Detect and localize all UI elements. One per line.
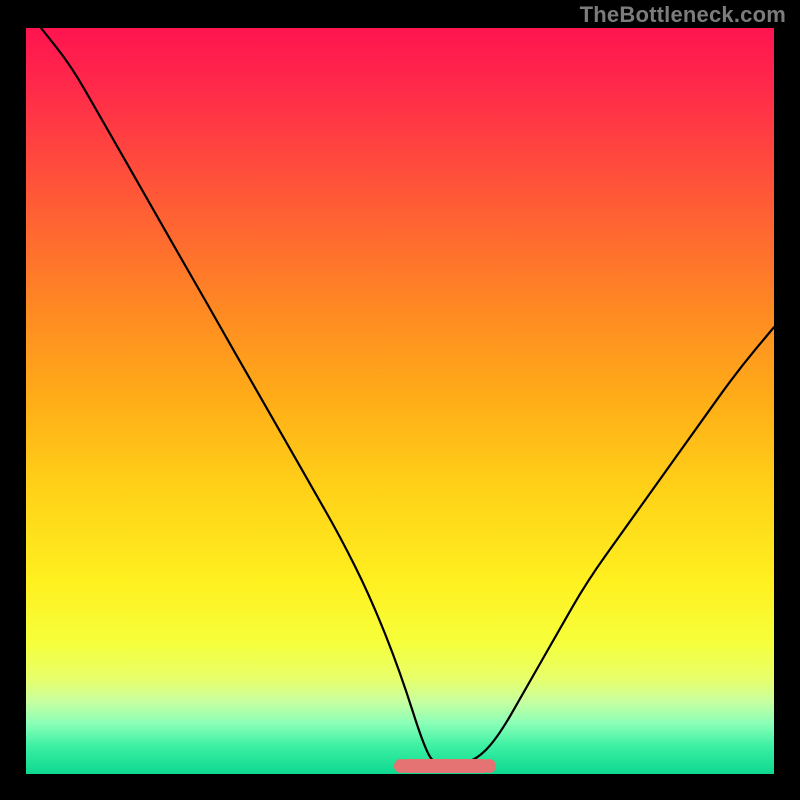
valley-marker [400, 759, 490, 773]
plot-area [26, 28, 774, 776]
chart-frame: TheBottleneck.com [0, 0, 800, 800]
attribution-watermark: TheBottleneck.com [580, 2, 786, 28]
bottleneck-curve [26, 28, 774, 776]
